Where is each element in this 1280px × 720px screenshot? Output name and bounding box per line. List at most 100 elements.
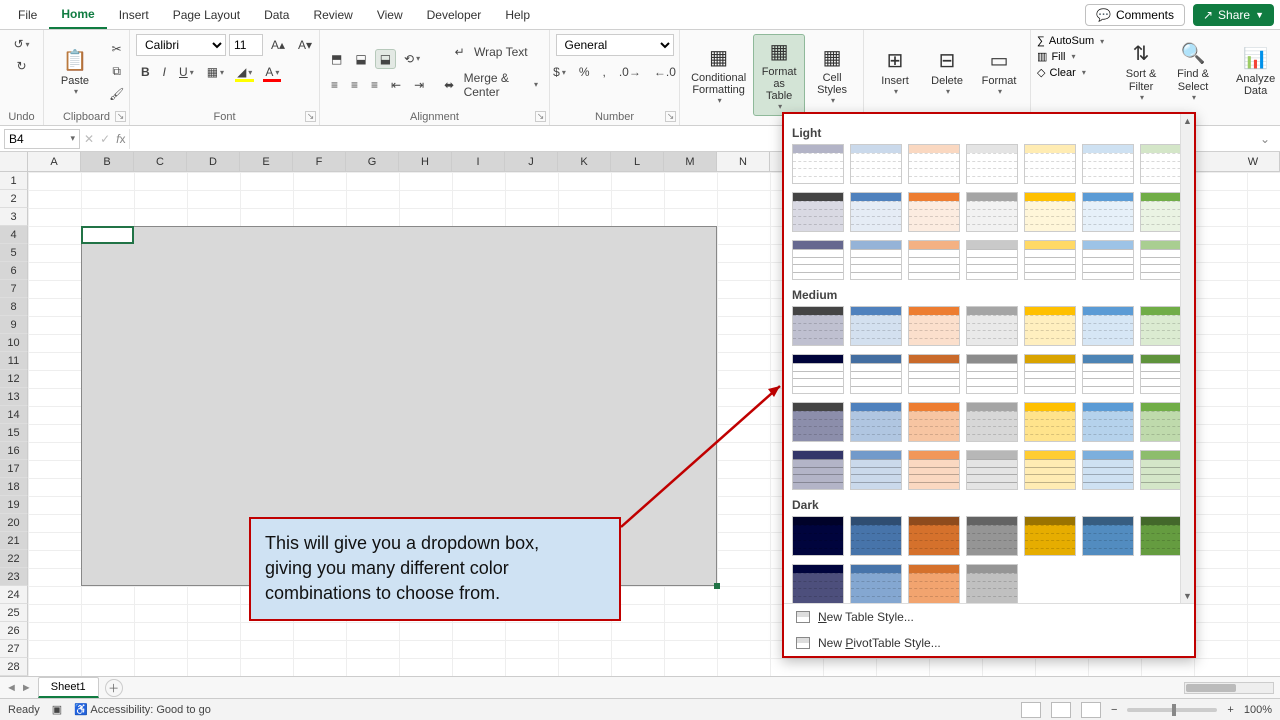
sheet-prev-button[interactable]: ◄ [6, 682, 17, 694]
tab-view[interactable]: View [365, 2, 415, 28]
table-style-swatch[interactable] [792, 450, 844, 490]
table-style-swatch[interactable] [850, 240, 902, 280]
add-sheet-button[interactable]: ＋ [105, 679, 123, 697]
table-style-swatch[interactable] [1082, 192, 1134, 232]
clear-button[interactable]: ◇Clear▾ [1037, 65, 1104, 80]
column-header[interactable]: D [187, 152, 240, 171]
table-style-swatch[interactable] [850, 192, 902, 232]
accessibility-status[interactable]: ♿ Accessibility: Good to go [74, 703, 211, 716]
table-style-swatch[interactable] [792, 240, 844, 280]
find-select-button[interactable]: 🔍Find & Select▾ [1168, 37, 1218, 105]
row-header[interactable]: 6 [0, 262, 28, 280]
row-header[interactable]: 2 [0, 190, 28, 208]
currency-button[interactable]: $▾ [548, 62, 571, 82]
zoom-level[interactable]: 100% [1244, 704, 1272, 716]
row-header[interactable]: 11 [0, 352, 28, 370]
tab-review[interactable]: Review [301, 2, 364, 28]
column-header[interactable]: C [134, 152, 187, 171]
zoom-in-button[interactable]: + [1227, 704, 1233, 716]
redo-button[interactable]: ↻ [11, 56, 31, 76]
merge-center-button[interactable]: ⬌ Merge & Center▾ [439, 68, 543, 102]
row-header[interactable]: 7 [0, 280, 28, 298]
align-middle-button[interactable]: ⬓ [350, 49, 371, 69]
table-style-swatch[interactable] [1024, 450, 1076, 490]
insert-cells-button[interactable]: ⊞Insert▾ [870, 44, 920, 100]
share-button[interactable]: ↗Share▼ [1193, 4, 1274, 26]
new-table-style-button[interactable]: New Table Style... [784, 604, 1194, 630]
underline-button[interactable]: U▾ [174, 62, 199, 82]
row-header[interactable]: 28 [0, 658, 28, 676]
row-header[interactable]: 22 [0, 550, 28, 568]
clipboard-dialog-launcher[interactable]: ↘ [115, 111, 126, 122]
row-header[interactable]: 23 [0, 568, 28, 586]
row-header[interactable]: 13 [0, 388, 28, 406]
font-name-select[interactable]: Calibri [136, 34, 226, 56]
increase-font-button[interactable]: A▴ [266, 35, 290, 55]
comma-style-button[interactable]: , [598, 62, 611, 82]
page-break-view-button[interactable] [1081, 702, 1101, 718]
cut-button[interactable]: ✂ [104, 39, 129, 59]
table-style-swatch[interactable] [908, 450, 960, 490]
table-style-swatch[interactable] [1024, 240, 1076, 280]
autosum-button[interactable]: ∑AutoSum▾ [1037, 34, 1104, 48]
sheet-next-button[interactable]: ► [21, 682, 32, 694]
tab-developer[interactable]: Developer [415, 2, 494, 28]
align-top-button[interactable]: ⬒ [326, 49, 347, 69]
conditional-formatting-button[interactable]: ▦Conditional Formatting▾ [686, 41, 751, 109]
table-style-swatch[interactable] [1024, 354, 1076, 394]
column-header[interactable]: H [399, 152, 452, 171]
align-right-button[interactable]: ≡ [366, 75, 383, 95]
table-style-swatch[interactable] [966, 240, 1018, 280]
paste-button[interactable]: 📋 Paste ▾ [50, 44, 100, 100]
row-header[interactable]: 24 [0, 586, 28, 604]
normal-view-button[interactable] [1021, 702, 1041, 718]
tab-insert[interactable]: Insert [107, 2, 161, 28]
tab-home[interactable]: Home [49, 1, 106, 29]
number-dialog-launcher[interactable]: ↘ [665, 111, 676, 122]
column-header[interactable]: M [664, 152, 717, 171]
column-header[interactable]: E [240, 152, 293, 171]
column-header[interactable]: F [293, 152, 346, 171]
row-header[interactable]: 19 [0, 496, 28, 514]
column-header[interactable]: A [28, 152, 81, 171]
increase-decimal-button[interactable]: .0→ [614, 62, 646, 82]
row-header[interactable]: 12 [0, 370, 28, 388]
row-header[interactable]: 15 [0, 424, 28, 442]
format-cells-button[interactable]: ▭Format▾ [974, 44, 1024, 100]
cell-styles-button[interactable]: ▦Cell Styles▾ [807, 41, 857, 109]
row-header[interactable]: 21 [0, 532, 28, 550]
table-style-swatch[interactable] [908, 144, 960, 184]
row-header[interactable]: 1 [0, 172, 28, 190]
font-size-input[interactable] [229, 34, 263, 56]
decrease-decimal-button[interactable]: ←.0 [649, 62, 681, 82]
tab-pagelayout[interactable]: Page Layout [161, 2, 252, 28]
tab-file[interactable]: File [6, 2, 49, 28]
italic-button[interactable]: I [158, 62, 171, 82]
analyze-data-button[interactable]: 📊Analyze Data [1230, 42, 1280, 101]
scroll-down-icon[interactable]: ▼ [1181, 589, 1194, 603]
undo-button[interactable]: ↺▾ [8, 34, 34, 54]
bold-button[interactable]: B [136, 62, 155, 82]
comments-button[interactable]: 💬Comments [1085, 4, 1185, 26]
zoom-slider[interactable] [1127, 708, 1217, 712]
table-style-swatch[interactable] [908, 306, 960, 346]
table-style-swatch[interactable] [966, 450, 1018, 490]
table-style-swatch[interactable] [1024, 516, 1076, 556]
number-format-select[interactable]: General [556, 34, 674, 56]
table-style-swatch[interactable] [850, 144, 902, 184]
table-style-swatch[interactable] [966, 192, 1018, 232]
row-header[interactable]: 5 [0, 244, 28, 262]
row-header[interactable]: 16 [0, 442, 28, 460]
table-style-swatch[interactable] [908, 354, 960, 394]
table-style-swatch[interactable] [792, 564, 844, 603]
column-header[interactable]: K [558, 152, 611, 171]
percent-button[interactable]: % [574, 62, 595, 82]
table-style-swatch[interactable] [1024, 402, 1076, 442]
copy-button[interactable]: ⧉ [104, 61, 129, 82]
row-header[interactable]: 26 [0, 622, 28, 640]
row-header[interactable]: 9 [0, 316, 28, 334]
table-style-swatch[interactable] [1024, 144, 1076, 184]
macro-record-icon[interactable]: ▣ [52, 703, 62, 716]
borders-button[interactable]: ▦▾ [202, 62, 229, 82]
table-style-swatch[interactable] [850, 450, 902, 490]
